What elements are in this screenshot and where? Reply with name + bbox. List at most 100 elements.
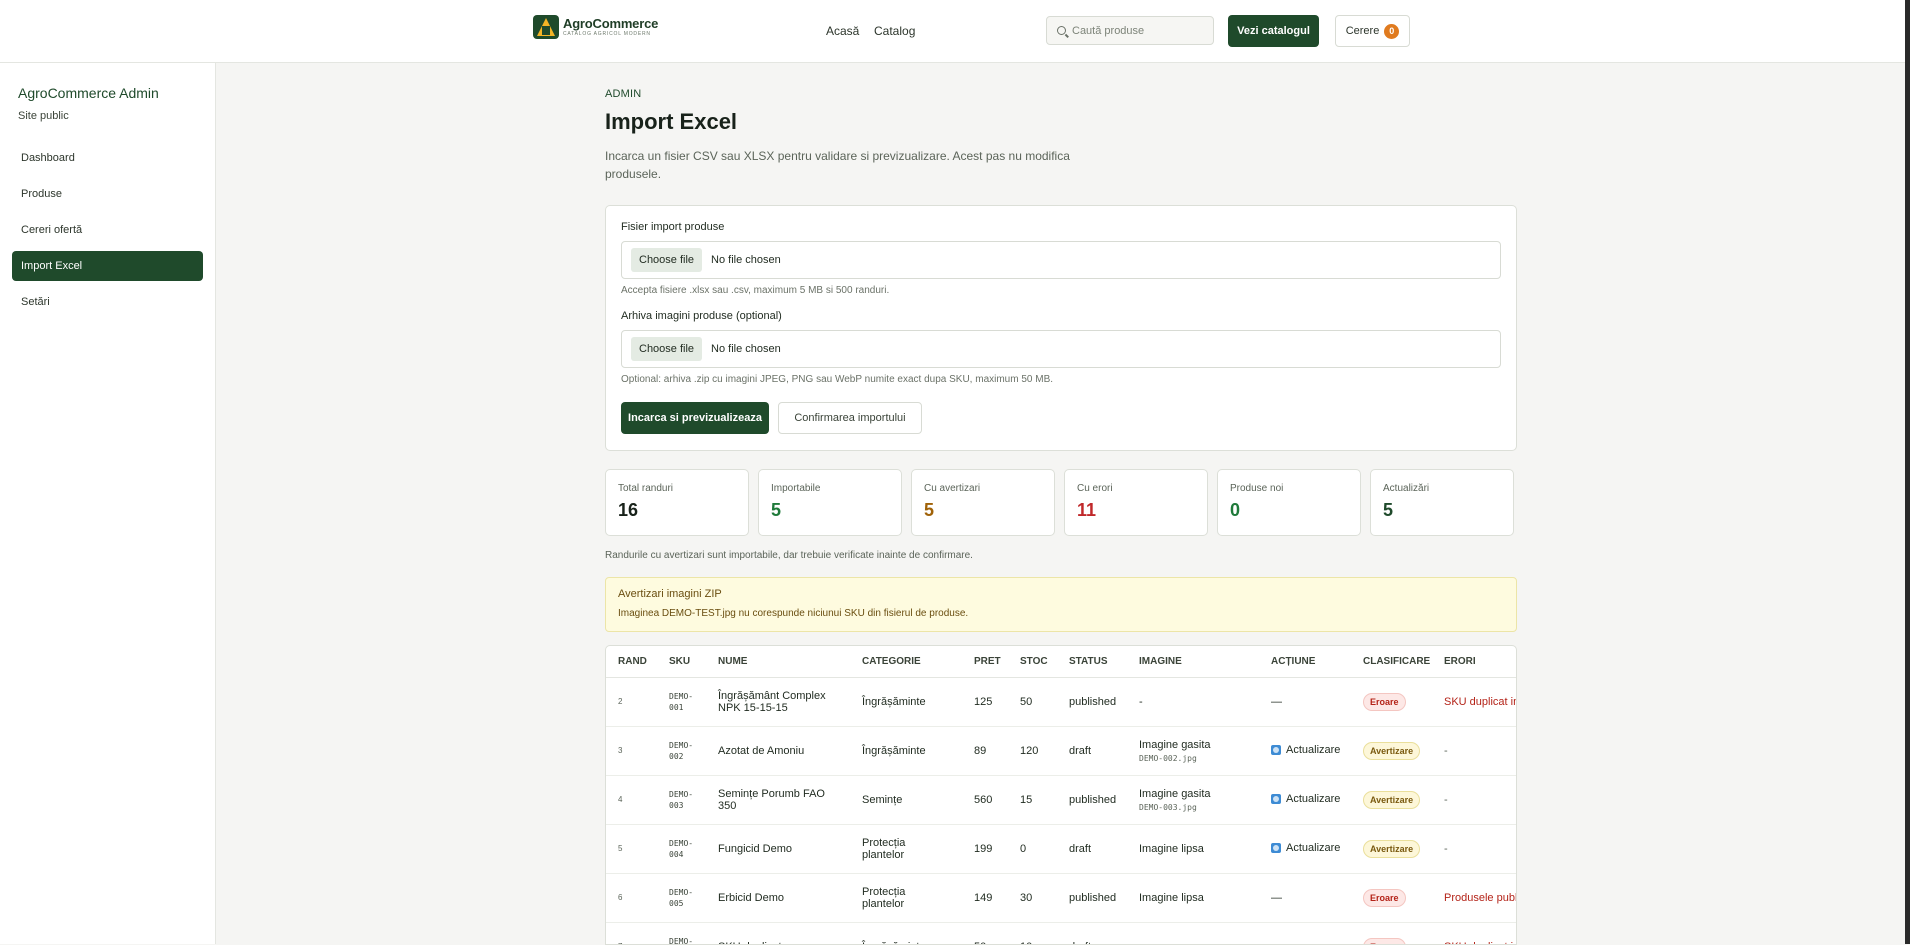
cell-stoc: 15 <box>1008 775 1057 824</box>
choose-zip-button[interactable]: Choose file <box>631 337 702 361</box>
image-filename: DEMO-002.jpg <box>1139 754 1247 763</box>
cell-sku: DEMO-001 <box>657 677 706 726</box>
cell-stoc: 0 <box>1008 824 1057 873</box>
cell-sku: DEMO-002 <box>657 726 706 775</box>
action-label: Actualizare <box>1271 793 1340 805</box>
product-file-input[interactable]: Choose file No file chosen <box>621 241 1501 279</box>
column-header: PRET <box>962 646 1008 677</box>
stat-importable: Importabile 5 <box>758 469 902 536</box>
sidebar-item-setari[interactable]: Setări <box>12 287 203 317</box>
cell-status: draft <box>1057 824 1127 873</box>
action-text: Actualizare <box>1286 744 1340 756</box>
classification-badge: Avertizare <box>1363 840 1420 858</box>
cell-stoc: 30 <box>1008 873 1057 922</box>
admin-sidebar: AgroCommerce Admin Site public Dashboard… <box>0 63 216 944</box>
cell-pret: 125 <box>962 677 1008 726</box>
cell-erori: SKU duplicat in f <box>1432 677 1517 726</box>
preview-table-container[interactable]: RANDSKUNUMECATEGORIEPRETSTOCSTATUSIMAGIN… <box>605 645 1517 945</box>
update-image-icon <box>1271 794 1281 804</box>
cell-imagine: Imagine gasita DEMO-002.jpg <box>1127 726 1259 775</box>
sidebar-item-cereri-oferta[interactable]: Cereri ofertă <box>12 215 203 245</box>
zip-warning-alert: Avertizari imagini ZIP Imaginea DEMO-TES… <box>605 577 1517 632</box>
table-row: 4DEMO-003Semințe Porumb FAO 350Semințe56… <box>606 775 1517 824</box>
stat-value: 0 <box>1230 500 1348 521</box>
page-eyebrow: ADMIN <box>605 88 641 100</box>
cerere-button[interactable]: Cerere 0 <box>1335 15 1410 47</box>
action-label: Actualizare <box>1271 842 1340 854</box>
cell-imagine: Imagine lipsa <box>1127 824 1259 873</box>
column-header: STOC <box>1008 646 1057 677</box>
action-text: — <box>1271 892 1282 904</box>
zip-warning-title: Avertizari imagini ZIP <box>618 588 1504 600</box>
action-text: — <box>1271 696 1282 708</box>
logo-tagline: CATALOG AGRICOL MODERN <box>563 32 658 37</box>
column-header: SKU <box>657 646 706 677</box>
image-status: - <box>1139 941 1143 945</box>
stat-value: 11 <box>1077 500 1195 521</box>
cell-pret: 149 <box>962 873 1008 922</box>
stat-value: 5 <box>1383 500 1501 521</box>
table-row: 3DEMO-002Azotat de AmoniuÎngrășăminte891… <box>606 726 1517 775</box>
site-logo[interactable]: AgroCommerce CATALOG AGRICOL MODERN <box>533 15 658 39</box>
table-row: 5DEMO-004Fungicid DemoProtecția plantelo… <box>606 824 1517 873</box>
cell-categorie: Îngrășăminte <box>850 677 962 726</box>
zip-hint: Optional: arhiva .zip cu imagini JPEG, P… <box>621 374 1053 385</box>
table-body: 2DEMO-001Îngrășământ Complex NPK 15-15-1… <box>606 677 1517 945</box>
cell-imagine: - <box>1127 677 1259 726</box>
update-image-icon <box>1271 843 1281 853</box>
action-text: Actualizare <box>1286 842 1340 854</box>
image-status: - <box>1139 696 1143 708</box>
stat-warnings: Cu avertizari 5 <box>911 469 1055 536</box>
page-description: Incarca un fisier CSV sau XLSX pentru va… <box>605 147 1075 183</box>
warnings-note: Randurile cu avertizari sunt importabile… <box>605 550 973 561</box>
view-catalog-button[interactable]: Vezi catalogul <box>1228 15 1319 47</box>
cell-clasificare: Eroare <box>1351 677 1432 726</box>
cell-sku: DEMO-005 <box>657 873 706 922</box>
classification-badge: Avertizare <box>1363 742 1420 760</box>
top-header: AgroCommerce CATALOG AGRICOL MODERN Acas… <box>0 0 1905 63</box>
cell-pret: 50 <box>962 922 1008 945</box>
search-input[interactable]: Caută produse <box>1046 16 1214 45</box>
cell-stoc: 10 <box>1008 922 1057 945</box>
zip-file-input[interactable]: Choose file No file chosen <box>621 330 1501 368</box>
cell-categorie: Protecția plantelor <box>850 824 962 873</box>
cell-categorie: Semințe <box>850 775 962 824</box>
sidebar-item-produse[interactable]: Produse <box>12 179 203 209</box>
file-status: No file chosen <box>711 254 781 266</box>
column-header: RAND <box>606 646 657 677</box>
cell-nume: SKU duplicat <box>706 922 850 945</box>
cell-erori: Produsele public imagine valida in <box>1432 873 1517 922</box>
zip-warning-text: Imaginea DEMO-TEST.jpg nu corespunde nic… <box>618 608 1504 619</box>
cell-actiune: — <box>1259 677 1351 726</box>
stat-value: 16 <box>618 500 736 521</box>
cell-nume: Fungicid Demo <box>706 824 850 873</box>
import-stats: Total randuri 16 Importabile 5 Cu averti… <box>605 469 1517 536</box>
table-row: 7DEMO-001SKU duplicatÎngrășăminte5010dra… <box>606 922 1517 945</box>
classification-badge: Eroare <box>1363 889 1406 907</box>
choose-file-button[interactable]: Choose file <box>631 248 702 272</box>
image-status: Imagine lipsa <box>1139 843 1204 855</box>
cell-rand: 2 <box>606 677 657 726</box>
stat-errors: Cu erori 11 <box>1064 469 1208 536</box>
cell-actiune: — <box>1259 922 1351 945</box>
preview-table: RANDSKUNUMECATEGORIEPRETSTOCSTATUSIMAGIN… <box>606 646 1517 945</box>
cell-actiune: — <box>1259 873 1351 922</box>
cell-imagine: Imagine lipsa <box>1127 873 1259 922</box>
image-status: Imagine gasita <box>1139 739 1211 751</box>
upload-preview-button[interactable]: Incarca si previzualizeaza <box>621 402 769 434</box>
confirm-import-button[interactable]: Confirmarea importului <box>778 402 922 434</box>
nav-link-acasa[interactable]: Acasă <box>826 24 859 38</box>
cell-erori: - <box>1432 824 1517 873</box>
sidebar-public-site-link[interactable]: Site public <box>18 110 69 122</box>
nav-link-catalog[interactable]: Catalog <box>874 24 915 38</box>
upload-form-card: Fisier import produse Choose file No fil… <box>605 205 1517 451</box>
stat-updates: Actualizări 5 <box>1370 469 1514 536</box>
sidebar-item-dashboard[interactable]: Dashboard <box>12 143 203 173</box>
image-status: Imagine lipsa <box>1139 892 1204 904</box>
cell-rand: 4 <box>606 775 657 824</box>
cell-rand: 5 <box>606 824 657 873</box>
cell-pret: 89 <box>962 726 1008 775</box>
cell-status: draft <box>1057 922 1127 945</box>
stat-label: Total randuri <box>618 483 736 494</box>
sidebar-item-import-excel[interactable]: Import Excel <box>12 251 203 281</box>
